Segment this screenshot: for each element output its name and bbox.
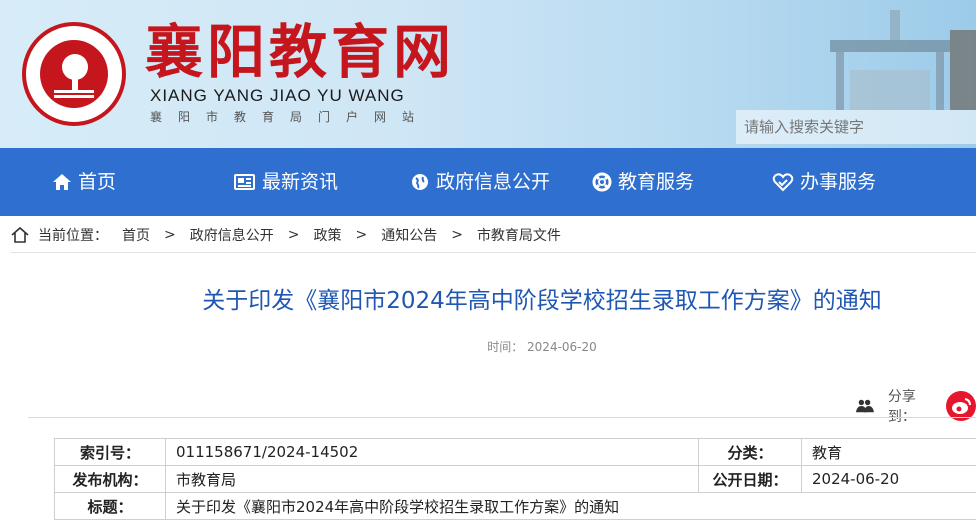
campus-gate-illustration xyxy=(830,10,976,110)
article-time: 时间： 2024-06-20 xyxy=(487,340,597,354)
meta-subject-value: 关于印发《襄阳市2024年高中阶段学校招生录取工作方案》的通知 xyxy=(165,492,976,520)
nav-item-home[interactable]: 首页 xyxy=(52,148,116,216)
breadcrumb-label: 当前位置： xyxy=(38,228,108,244)
breadcrumb-home[interactable]: 首页 xyxy=(122,225,150,245)
breadcrumb-policy[interactable]: 政策 xyxy=(313,225,341,245)
breadcrumb: 当前位置： 首页 > 政府信息公开 > 政策 > 通知公告 > 市教育局文件 xyxy=(10,218,976,253)
site-subtitle: 襄阳市教育局门户网站 xyxy=(150,110,431,124)
share-label: 分享到： xyxy=(887,389,916,425)
site-pinyin: XIANG YANG JIAO YU WANG xyxy=(150,86,405,105)
meta-subject-label: 标题： xyxy=(54,492,166,520)
handshake-heart-icon xyxy=(772,173,794,192)
logo-emblem xyxy=(40,40,108,108)
tree-trunk xyxy=(72,76,78,90)
breadcrumb-separator: > xyxy=(451,227,463,243)
nav-item-edu-service[interactable]: 教育服务 xyxy=(592,148,694,216)
breadcrumb-gov-info[interactable]: 政府信息公开 xyxy=(190,225,274,245)
share-bar: 分享到： xyxy=(856,386,976,426)
nav-label: 办事服务 xyxy=(800,171,877,193)
breadcrumb-bureau-docs[interactable]: 市教育局文件 xyxy=(477,225,561,245)
book-icon xyxy=(54,90,94,98)
home-icon xyxy=(53,174,71,190)
table-row: 索引号： 011158671/2024-14502 分类： 教育 xyxy=(54,438,976,466)
breadcrumb-separator: > xyxy=(164,227,176,243)
globe-icon xyxy=(412,174,428,190)
nav-label: 首页 xyxy=(78,171,117,193)
nav-item-affairs[interactable]: 办事服务 xyxy=(772,148,876,216)
meta-publisher-label: 发布机构： xyxy=(54,465,166,493)
meta-date-value: 2024-06-20 xyxy=(801,465,976,493)
newspaper-icon xyxy=(234,174,255,190)
breadcrumb-separator: > xyxy=(355,227,368,243)
nav-label: 最新资讯 xyxy=(262,171,339,193)
content-divider xyxy=(28,417,976,418)
meta-index-value: 011158671/2024-14502 xyxy=(165,438,699,466)
document-meta-table: 索引号： 011158671/2024-14502 分类： 教育 发布机构： 市… xyxy=(54,438,976,520)
main-nav: 首页 最新资讯 政府信息公开 教育服务 办事服务 xyxy=(0,148,976,216)
site-logo[interactable] xyxy=(22,22,126,126)
nav-item-news[interactable]: 最新资讯 xyxy=(232,148,338,216)
nav-label: 政府信息公开 xyxy=(436,171,551,193)
site-header: 襄阳教育网 XIANG YANG JIAO YU WANG 襄阳市教育局门户网站 xyxy=(0,0,976,148)
article-title: 关于印发《襄阳市2024年高中阶段学校招生录取工作方案》的通知 xyxy=(202,288,882,314)
breadcrumb-separator: > xyxy=(287,227,300,243)
site-title: 襄阳教育网 xyxy=(145,18,456,86)
table-row: 发布机构： 市教育局 公开日期： 2024-06-20 xyxy=(54,465,976,493)
lifebuoy-icon xyxy=(592,172,612,192)
meta-category-label: 分类： xyxy=(698,438,802,466)
breadcrumb-notices[interactable]: 通知公告 xyxy=(381,225,437,245)
nav-item-gov-info[interactable]: 政府信息公开 xyxy=(410,148,550,216)
meta-category-value: 教育 xyxy=(801,438,976,466)
people-icon[interactable] xyxy=(856,398,874,414)
meta-date-label: 公开日期： xyxy=(698,465,802,493)
nav-label: 教育服务 xyxy=(618,171,695,193)
home-outline-icon xyxy=(11,226,29,243)
table-row: 标题： 关于印发《襄阳市2024年高中阶段学校招生录取工作方案》的通知 xyxy=(54,492,976,520)
meta-index-label: 索引号： xyxy=(54,438,166,466)
meta-publisher-value: 市教育局 xyxy=(165,465,699,493)
search-input[interactable] xyxy=(736,110,976,144)
